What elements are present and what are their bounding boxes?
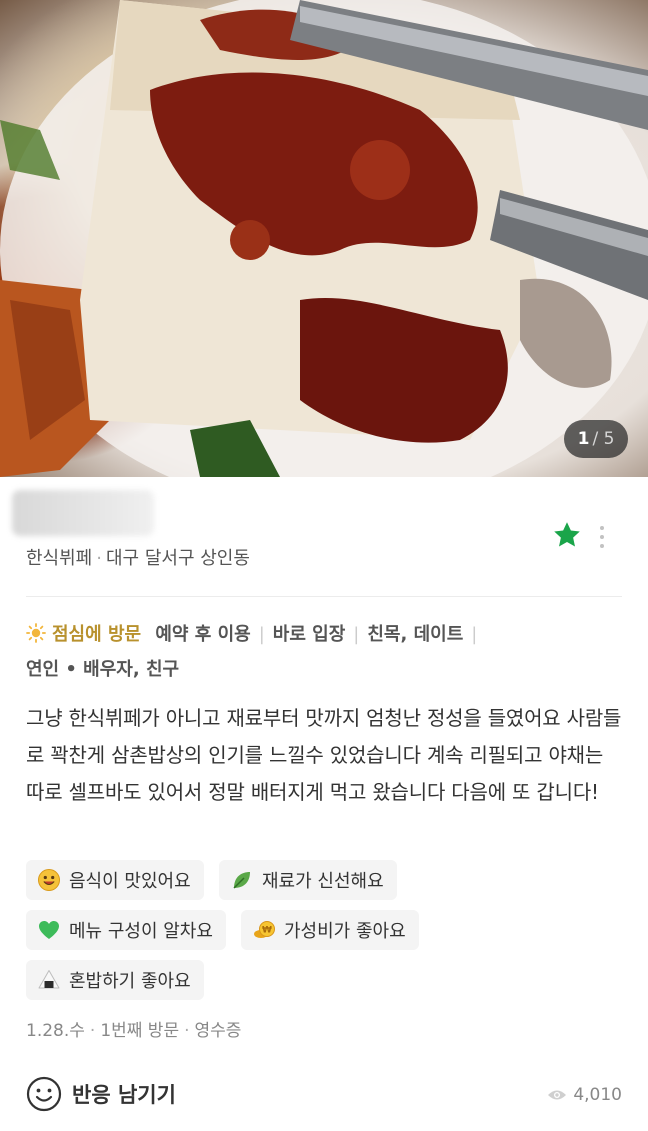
keyword-chip: 음식이 맛있어요 [26, 860, 204, 900]
keyword-label: 가성비가 좋아요 [284, 921, 406, 942]
photo-counter: 1 / 5 [564, 420, 628, 458]
keyword-chip: 혼밥하기 좋아요 [26, 960, 204, 1000]
keyword-label: 메뉴 구성이 알차요 [69, 921, 213, 942]
keyword-chip: 메뉴 구성이 알차요 [26, 910, 226, 950]
place-location: 대구 달서구 상인동 [105, 548, 250, 569]
green-heart-icon [39, 921, 59, 939]
smile-outline-icon [26, 1076, 62, 1112]
keyword-chip: ₩ 가성비가 좋아요 [241, 910, 419, 950]
keyword-chip: 재료가 신선해요 [219, 860, 397, 900]
keyword-label: 재료가 신선해요 [262, 871, 384, 892]
more-options-icon[interactable] [596, 522, 608, 552]
entry-tag: 바로 입장 [272, 624, 346, 645]
visit-count: 1번째 방문 [100, 1021, 180, 1041]
place-meta: 한식뷔페 · 대구 달서구 상인동 [26, 544, 250, 570]
review-photo[interactable]: 1 / 5 [0, 0, 648, 477]
star-icon[interactable] [552, 520, 582, 550]
section-divider [26, 596, 622, 597]
counter-total: / 5 [592, 429, 615, 449]
visit-tags-line-1: 점심에 방문 예약 후 이용 | 바로 입장 | 친목, 데이트 | [26, 623, 626, 647]
coin-icon: ₩ [254, 921, 275, 938]
verification-type: 영수증 [194, 1021, 242, 1041]
review-text: 그냥 한식뷔페가 아니고 재료부터 맛까지 엄청난 정성을 들였어요 사람들로 … [26, 706, 622, 804]
meta-dot: · [89, 1021, 96, 1041]
keyword-label: 음식이 맛있어요 [69, 871, 191, 892]
visit-date: 1.28.수 [26, 1021, 85, 1041]
eye-icon [548, 1090, 567, 1100]
blurred-place-name [12, 490, 154, 536]
rice-ball-icon [38, 970, 60, 989]
keyword-label: 혼밥하기 좋아요 [69, 971, 191, 992]
view-count: 4,010 [547, 1085, 622, 1105]
smiley-icon [38, 869, 60, 891]
place-category: 한식뷔페 [26, 548, 93, 569]
sun-icon [26, 623, 46, 643]
visit-meta: 1.28.수 · 1번째 방문 · 영수증 [26, 1016, 241, 1041]
meta-dot: · [184, 1021, 190, 1041]
react-button-label: 반응 남기기 [72, 1083, 176, 1107]
visit-tags-line-2: 연인 • 배우자, 친구 [26, 658, 626, 682]
meta-dot: · [96, 548, 102, 569]
food-photo-art [0, 0, 648, 477]
tag-separator: | [258, 624, 265, 645]
visit-time-tag: 점심에 방문 [52, 624, 142, 645]
counter-current: 1 [577, 429, 590, 449]
leaf-icon [233, 872, 250, 889]
react-button[interactable]: 반응 남기기 [26, 1076, 176, 1112]
svg-text:₩: ₩ [262, 926, 272, 936]
purpose-tag: 친목, 데이트 [367, 624, 464, 645]
reservation-tag: 예약 후 이용 [155, 624, 251, 645]
tag-separator: | [353, 624, 360, 645]
view-count-value: 4,010 [573, 1085, 622, 1105]
companions-tag: 연인 • 배우자, 친구 [26, 659, 180, 680]
tag-separator: | [471, 624, 478, 645]
